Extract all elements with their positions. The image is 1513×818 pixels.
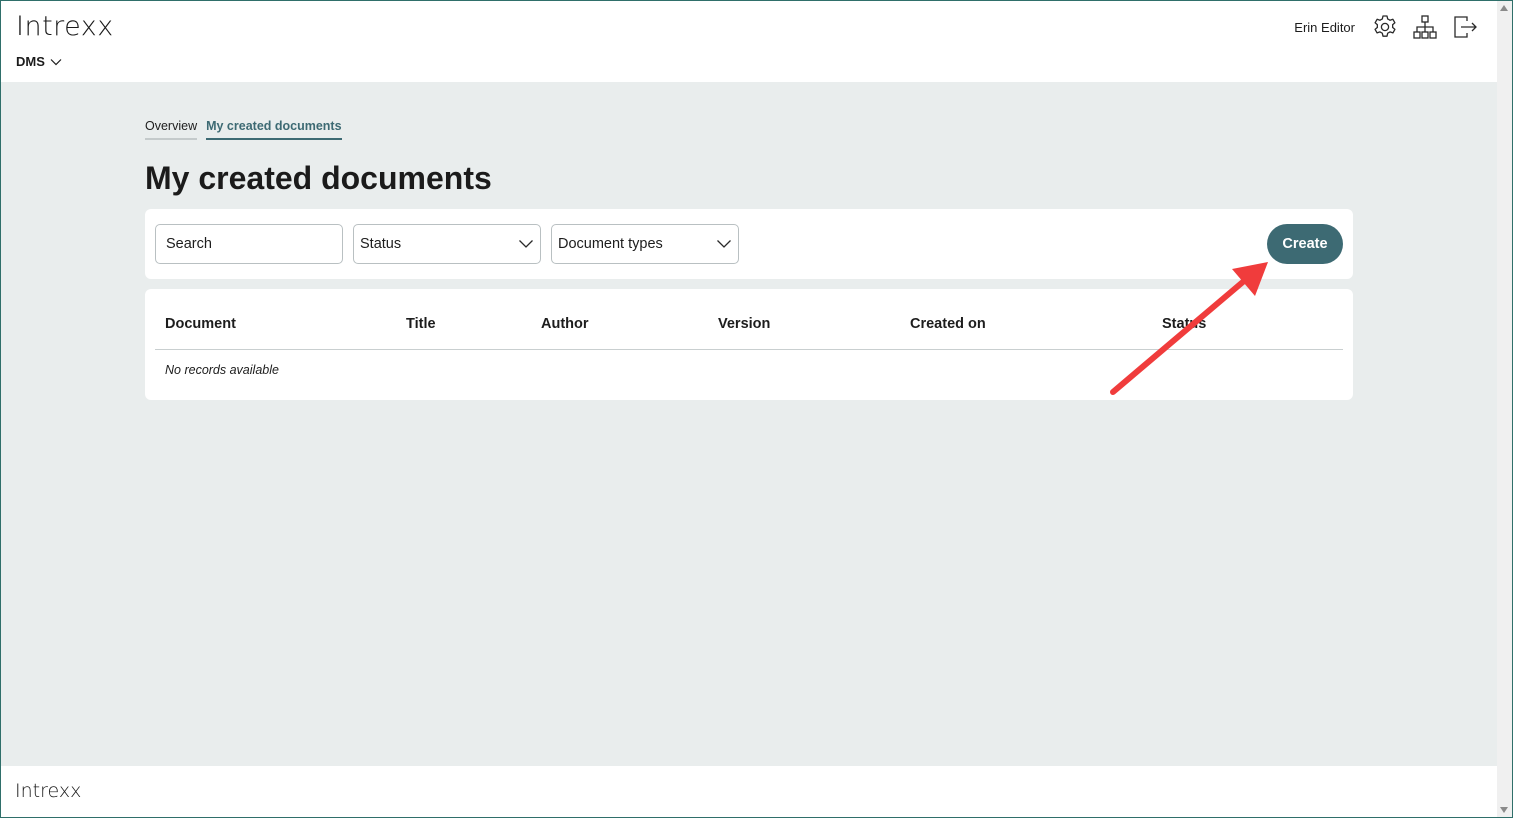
scroll-down-arrow-icon[interactable] (1500, 807, 1508, 813)
app-name: DMS (16, 54, 45, 69)
filter-bar: Status Document types Create (145, 209, 1353, 279)
header-actions: Erin Editor (1294, 13, 1479, 41)
chevron-down-icon (50, 58, 62, 65)
intrexx-logo[interactable]: Intrexx (16, 11, 114, 42)
document-types-select[interactable]: Document types (551, 224, 739, 264)
main-content: Overview My created documents My created… (1, 82, 1497, 766)
empty-state-text: No records available (165, 363, 279, 377)
page-title: My created documents (145, 160, 492, 196)
create-button[interactable]: Create (1267, 224, 1343, 264)
footer-logo: Intrexx (15, 780, 82, 802)
status-select-label: Status (360, 236, 402, 252)
column-header-created-on[interactable]: Created on (910, 316, 986, 332)
column-header-version[interactable]: Version (718, 316, 770, 332)
user-name[interactable]: Erin Editor (1294, 20, 1355, 35)
gear-icon[interactable] (1371, 13, 1399, 41)
column-header-status[interactable]: Status (1162, 316, 1206, 332)
tab-my-created-documents[interactable]: My created documents (206, 119, 342, 140)
status-select[interactable]: Status (353, 224, 541, 264)
logout-icon[interactable] (1451, 13, 1479, 41)
chevron-down-icon (717, 240, 731, 248)
column-header-document[interactable]: Document (165, 316, 236, 332)
top-header: Intrexx DMS Erin Editor (1, 1, 1497, 82)
chevron-down-icon (519, 240, 533, 248)
tab-overview[interactable]: Overview (145, 119, 198, 140)
search-input[interactable] (155, 224, 343, 264)
vertical-scrollbar[interactable] (1497, 1, 1512, 817)
document-types-select-label: Document types (558, 236, 663, 252)
sitemap-icon[interactable] (1411, 13, 1439, 41)
footer: Intrexx (1, 766, 1497, 817)
documents-table: Document Title Author Version Created on… (145, 289, 1353, 400)
tab-bar: Overview My created documents (145, 119, 342, 140)
scroll-up-arrow-icon[interactable] (1500, 5, 1508, 11)
column-header-author[interactable]: Author (541, 316, 589, 332)
column-header-title[interactable]: Title (406, 316, 436, 332)
app-switcher[interactable]: DMS (16, 54, 62, 69)
table-header-divider (155, 349, 1343, 350)
